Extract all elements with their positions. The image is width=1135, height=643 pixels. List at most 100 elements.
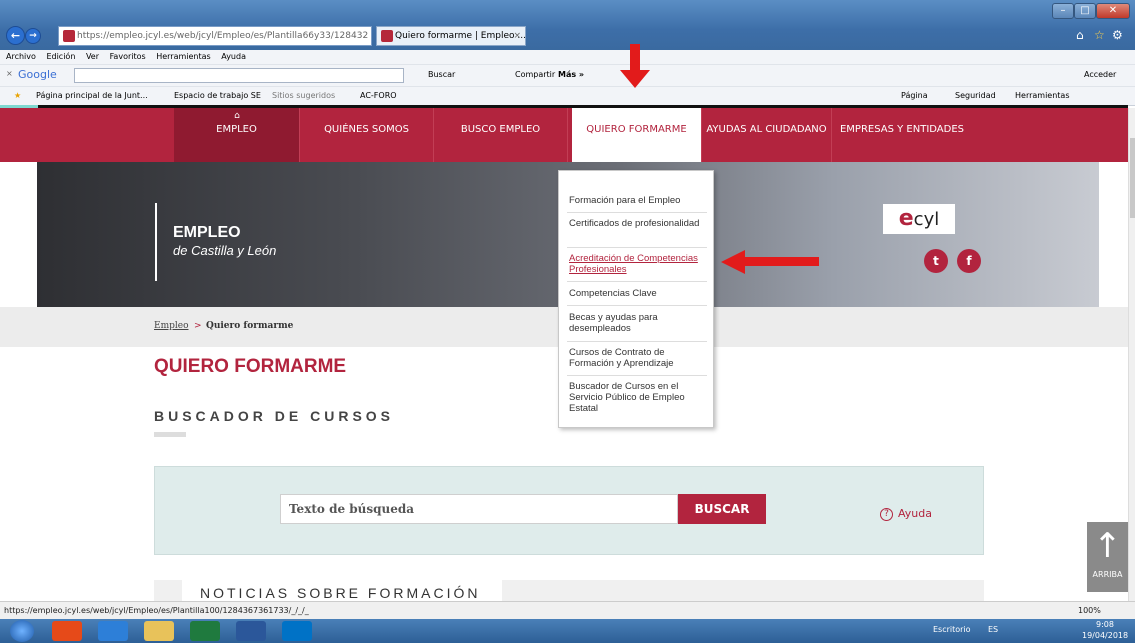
dropdown-item-formacion[interactable]: Formación para el Empleo <box>569 195 705 206</box>
cmd-seguridad[interactable]: Seguridad <box>955 87 996 105</box>
google-logo: Google <box>18 68 57 81</box>
excel-taskbar-icon[interactable] <box>190 621 220 641</box>
forward-button[interactable]: → <box>25 28 41 44</box>
start-button[interactable] <box>10 620 34 642</box>
word-taskbar-icon[interactable] <box>236 621 266 641</box>
address-text: https://empleo.jcyl.es/web/jcyl/Empleo/e… <box>77 31 369 41</box>
annotation-arrow-down-icon <box>620 70 650 88</box>
dropdown-divider <box>567 247 707 248</box>
site-favicon <box>63 30 75 42</box>
fav-junta[interactable]: Página principal de la Junt... <box>36 87 148 105</box>
desktop-label[interactable]: Escritorio <box>933 625 971 634</box>
google-share-button[interactable]: Compartir <box>515 70 555 79</box>
dropdown-item-certificados[interactable]: Certificados de profesionalidad <box>569 218 705 229</box>
ecyl-logo: ecyl <box>883 204 955 234</box>
scroll-top-button[interactable]: ↑ ARRIBA <box>1087 522 1128 592</box>
help-icon[interactable]: ? <box>880 508 893 521</box>
annotation-arrow-left-icon <box>721 250 745 274</box>
scroll-top-label: ARRIBA <box>1092 570 1123 579</box>
logo-cyl: cyl <box>913 209 940 230</box>
status-bar: https://empleo.jcyl.es/web/jcyl/Empleo/e… <box>0 601 1135 619</box>
favorites-bar: ★ Página principal de la Junt... Espacio… <box>0 86 1135 106</box>
tab-active[interactable]: Quiero formarme | Empleo ... × <box>376 26 526 46</box>
search-button[interactable]: BUSCAR <box>678 494 766 524</box>
nav-ayudas[interactable]: AYUDAS AL CIUDADANO <box>702 108 832 162</box>
dropdown-item-cursos-contrato[interactable]: Cursos de Contrato de Formación y Aprend… <box>569 347 705 369</box>
hero-divider <box>155 203 157 281</box>
settings-gear-icon[interactable]: ⚙ <box>1112 28 1123 42</box>
home-icon[interactable]: ⌂ <box>1076 28 1084 42</box>
nav-empleo[interactable]: ⌂ EMPLEO <box>174 108 300 162</box>
address-bar[interactable]: https://empleo.jcyl.es/web/jcyl/Empleo/e… <box>58 26 372 46</box>
hero-subtitle: de Castilla y León <box>173 243 277 258</box>
dropdown-item-becas[interactable]: Becas y ayudas para desempleados <box>569 312 705 334</box>
nav-empresas[interactable]: EMPRESAS Y ENTIDADES <box>832 108 972 162</box>
section-title: BUSCADOR DE CURSOS <box>154 408 395 424</box>
site-nav: ⌂ EMPLEO QUIÉNES SOMOS BUSCO EMPLEO QUIE… <box>0 108 1128 162</box>
explorer-taskbar-icon[interactable] <box>144 621 174 641</box>
status-url: https://empleo.jcyl.es/web/jcyl/Empleo/e… <box>4 606 309 615</box>
menu-archivo[interactable]: Archivo <box>6 52 36 61</box>
favorites-star-icon[interactable]: ☆ <box>1094 28 1105 42</box>
chrome-taskbar-icon[interactable] <box>52 621 82 641</box>
arrow-up-icon: ↑ <box>1093 526 1122 566</box>
dropdown-divider <box>567 341 707 342</box>
nav-busco-empleo[interactable]: BUSCO EMPLEO <box>434 108 568 162</box>
page-title: QUIERO FORMARME <box>154 356 347 377</box>
dropdown-item-acreditacion[interactable]: Acreditación de Competencias Profesional… <box>569 253 705 275</box>
quiero-formarme-dropdown: Formación para el Empleo Certificados de… <box>558 170 714 428</box>
menu-ayuda[interactable]: Ayuda <box>221 52 246 61</box>
back-button[interactable]: ← <box>6 26 25 45</box>
twitter-icon[interactable]: t <box>924 249 948 273</box>
google-search-button[interactable]: Buscar <box>428 70 455 79</box>
dropdown-divider <box>567 281 707 282</box>
menu-favoritos[interactable]: Favoritos <box>110 52 146 61</box>
dropdown-item-buscador-sepe[interactable]: Buscador de Cursos en el Servicio Públic… <box>569 381 705 414</box>
outlook-taskbar-icon[interactable] <box>282 621 312 641</box>
tab-favicon <box>381 30 393 42</box>
minimize-button[interactable]: – <box>1052 3 1074 19</box>
menu-edicion[interactable]: Edición <box>46 52 75 61</box>
browser-title-bar: ← → https://empleo.jcyl.es/web/jcyl/Empl… <box>0 0 1135 50</box>
facebook-icon[interactable]: f <box>957 249 981 273</box>
scrollbar-thumb[interactable] <box>1130 138 1135 218</box>
taskbar: Escritorio ES 9:08 19/04/2018 <box>0 619 1135 643</box>
page-scrollbar[interactable] <box>1128 108 1135 601</box>
annotation-arrow-left-shaft <box>743 257 819 266</box>
dropdown-divider <box>567 305 707 306</box>
google-search-input[interactable] <box>74 68 404 83</box>
help-link[interactable]: Ayuda <box>898 507 932 520</box>
cmd-pagina[interactable]: Página <box>901 87 928 105</box>
breadcrumb-separator: > <box>194 321 202 331</box>
google-signin-button[interactable]: Acceder <box>1084 70 1116 79</box>
dropdown-item-competencias[interactable]: Competencias Clave <box>569 288 705 299</box>
tab-close-icon[interactable]: × <box>513 27 521 45</box>
nav-quiero-formarme[interactable]: QUIERO FORMARME <box>572 108 702 162</box>
language-indicator[interactable]: ES <box>988 625 998 634</box>
ie-taskbar-icon[interactable] <box>98 621 128 641</box>
cmd-herramientas[interactable]: Herramientas <box>1015 87 1070 105</box>
annotation-arrow-down-shaft <box>630 44 640 72</box>
tab-title: Quiero formarme | Empleo ... <box>395 31 526 41</box>
maximize-button[interactable]: □ <box>1074 3 1096 19</box>
google-more-button[interactable]: Más » <box>558 70 584 79</box>
dropdown-divider <box>567 375 707 376</box>
toolbar-close-icon[interactable]: × <box>6 69 13 78</box>
zoom-level[interactable]: 100% <box>1078 602 1101 620</box>
favorites-star-icon[interactable]: ★ <box>14 87 21 105</box>
menu-herramientas[interactable]: Herramientas <box>156 52 211 61</box>
nav-quienes-somos[interactable]: QUIÉNES SOMOS <box>300 108 434 162</box>
clock-date[interactable]: 19/04/2018 <box>1082 631 1128 640</box>
hero-title: EMPLEO <box>173 224 241 241</box>
search-input[interactable]: Texto de búsqueda <box>280 494 678 524</box>
dropdown-divider <box>567 212 707 213</box>
menu-bar: Archivo Edición Ver Favoritos Herramient… <box>0 50 1135 64</box>
fav-acforo[interactable]: AC-FORO <box>360 87 397 105</box>
news-panel: NOTICIAS SOBRE FORMACIÓN <box>154 580 984 601</box>
menu-ver[interactable]: Ver <box>86 52 99 61</box>
home-icon: ⌂ <box>234 111 240 121</box>
breadcrumb-current: Quiero formarme <box>206 321 294 331</box>
close-window-button[interactable]: ✕ <box>1096 3 1130 19</box>
clock-time[interactable]: 9:08 <box>1096 620 1114 629</box>
breadcrumb-home[interactable]: Empleo <box>154 321 189 331</box>
